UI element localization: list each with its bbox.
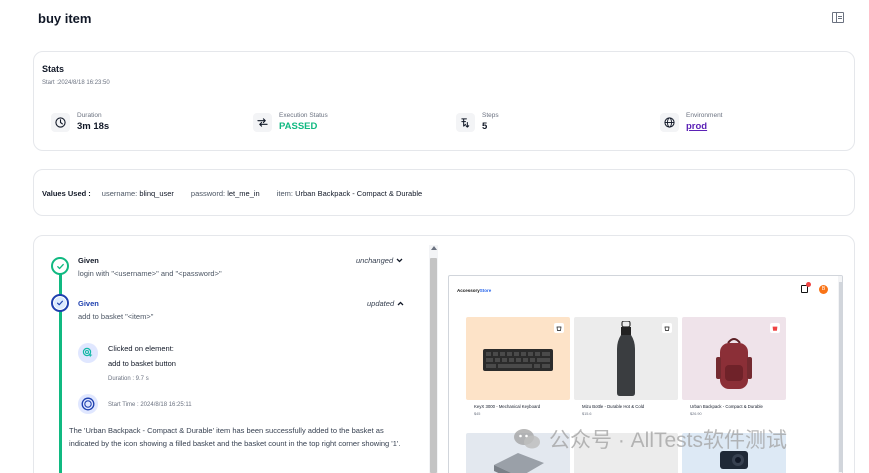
store-logo: AccessoryStore [457,288,491,293]
param-item: item: Urban Backpack - Compact & Durable [277,189,423,198]
param-key: username: [101,189,138,198]
basket-icon [662,323,672,333]
steps-icon [456,112,475,132]
stat-label: Steps [482,112,499,119]
check-icon [51,294,69,312]
basket-icon [554,323,564,333]
stats-start-time: Start :2024/8/18 16:23:50 [42,80,110,86]
step-keyword: Given [78,256,99,265]
backpack-image [716,338,752,389]
stat-environment: Environment prod [660,109,723,135]
stats-title: Stats [42,64,65,74]
param-username: username: blinq_user [102,189,174,198]
scrollbar-thumb[interactable] [430,258,437,473]
step-state-toggle[interactable]: unchanged [356,256,403,265]
product-card-bottle [574,317,678,400]
start-time-icon [78,394,98,414]
action-start-time: Start Time : 2024/8/18 16:25:11 [108,402,192,408]
stat-label: Execution Status [279,112,328,119]
chevron-up-icon [397,301,404,306]
action-title: Clicked on element: [108,344,174,353]
globe-icon [660,112,679,132]
step-state-toggle[interactable]: updated [367,299,404,308]
stat-execution-status: Execution Status PASSED [253,109,328,135]
product-card-backpack [682,317,786,400]
product-price: $26.90 [690,412,702,416]
param-key: password: [190,189,226,198]
product-price: $45 [474,412,481,416]
action-duration: Duration : 9.7 s [108,376,149,382]
param-value: Urban Backpack - Compact & Durable [295,189,423,198]
step-description: add to basket "<item>" [78,312,154,321]
values-used-label: Values Used : [42,189,91,198]
screenshot-scrollbar [838,276,842,473]
stats-card: Stats Start :2024/8/18 16:23:50 Duration… [33,51,855,151]
avatar: B [819,285,828,294]
bottle-image [617,321,635,396]
sidebar-layout-icon[interactable] [832,12,844,23]
param-key: item: [276,189,293,198]
stat-value: 3m 18s [77,121,110,132]
product-name: Mizu Bottle - Durable Hot & Cold [582,404,645,409]
step-state-label: updated [367,299,395,308]
environment-link[interactable]: prod [686,121,723,132]
stat-value: 5 [482,121,488,132]
product-price: $15.6 [582,412,592,416]
watermark-text: 公众号 · AllTests软件测试 [549,429,788,452]
scroll-up-icon[interactable] [431,246,437,250]
param-value: blinq_user [139,189,174,198]
action-target: add to basket button [108,359,176,368]
clock-icon [51,112,70,132]
basket-icon-filled [770,323,780,333]
stat-label: Duration [77,112,102,119]
basket-count-badge [806,282,811,287]
stat-steps: Steps 5 [456,109,499,135]
chevron-down-icon [396,258,403,263]
param-password: password: let_me_in [191,189,260,198]
stat-duration: Duration 3m 18s [51,109,109,135]
keyboard-image [483,349,553,371]
product-name: Urban Backpack - Compact & Durable [690,404,763,409]
click-target-icon [78,343,98,363]
step-state-label: unchanged [356,256,394,265]
arrows-icon [253,112,272,132]
check-icon [51,257,69,275]
param-value: let_me_in [227,189,260,198]
status-badge: PASSED [279,121,318,132]
logo-part-b: Store [479,288,492,293]
step-keyword: Given [78,299,99,308]
page-title: buy item [38,11,92,26]
logo-part-a: Accessory [457,288,480,293]
step-result-text: The 'Urban Backpack - Compact & Durable'… [69,426,401,448]
wechat-icon [514,429,540,449]
step-description: login with "<username>" and "<password>" [78,269,222,278]
product-name: KeyX 3000 - Mechanical Keyboard [474,404,541,409]
stat-label: Environment [686,112,723,119]
watermark: 公众号 · AllTests软件测试 [513,424,787,454]
product-card-keyboard [466,317,570,400]
values-used-card: Values Used : username: blinq_user passw… [33,169,855,216]
